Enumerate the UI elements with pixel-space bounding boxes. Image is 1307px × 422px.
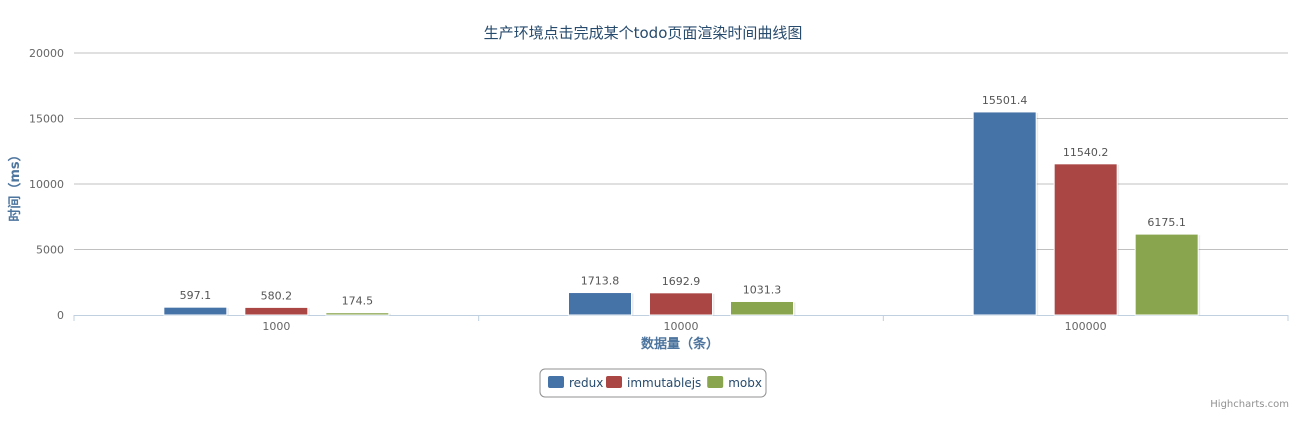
x-tick-label: 1000 xyxy=(262,320,290,333)
bar-mobx xyxy=(1134,233,1199,316)
legend-label-mobx: mobx xyxy=(728,376,762,390)
data-label: 6175.1 xyxy=(1147,216,1186,229)
bar-immutablejs xyxy=(244,306,309,316)
y-axis-title: 时间（ms） xyxy=(7,148,23,221)
bar-chart: 生产环境点击完成某个todo页面渲染时间曲线图 0 5000 10000 15000 2… xyxy=(7,24,1289,398)
x-tick-label: 10000 xyxy=(664,320,699,333)
y-tick-label: 0 xyxy=(57,309,64,322)
data-label: 597.1 xyxy=(180,289,212,302)
x-axis: 1000 10000 100000 xyxy=(73,315,1289,333)
y-axis-ticks: 0 5000 10000 15000 20000 xyxy=(29,47,64,322)
y-tick-label: 5000 xyxy=(36,244,64,257)
bar-redux xyxy=(163,306,228,316)
bar-immutablejs xyxy=(1053,163,1118,316)
data-label: 1692.9 xyxy=(662,275,701,288)
legend-swatch-mobx xyxy=(707,376,724,388)
x-axis-title: 数据量（条） xyxy=(641,336,719,352)
data-label: 11540.2 xyxy=(1063,146,1109,159)
data-label: 580.2 xyxy=(261,289,293,302)
chart-title: 生产环境点击完成某个todo页面渲染时间曲线图 xyxy=(484,24,803,42)
bar-mobx xyxy=(325,312,390,316)
y-tick-label: 10000 xyxy=(29,178,64,191)
data-label: 1713.8 xyxy=(581,275,620,288)
y-tick-label: 15000 xyxy=(29,113,64,126)
data-label: 174.5 xyxy=(342,295,374,308)
legend: redux immutablejs mobx xyxy=(539,368,767,398)
bar-immutablejs xyxy=(649,292,713,316)
data-label: 1031.3 xyxy=(743,283,782,296)
bar-redux xyxy=(568,292,632,316)
legend-label-immutablejs: immutablejs xyxy=(627,376,701,390)
credits-link[interactable]: Highcharts.com xyxy=(1210,399,1289,410)
y-tick-label: 20000 xyxy=(29,47,64,60)
legend-swatch-redux xyxy=(548,376,564,388)
x-tick-label: 100000 xyxy=(1065,320,1107,333)
legend-label-redux: redux xyxy=(569,376,603,390)
bar-redux xyxy=(972,111,1037,316)
legend-swatch-immutablejs xyxy=(606,376,622,388)
bar-mobx xyxy=(730,300,794,316)
data-label: 15501.4 xyxy=(982,94,1028,107)
